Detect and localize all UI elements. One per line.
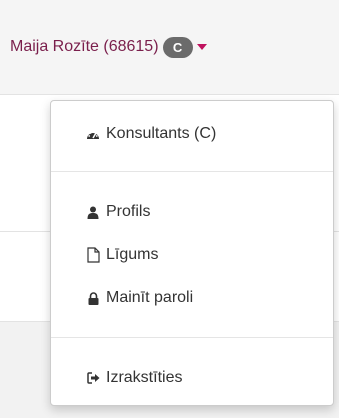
menu-item-label: Mainīt paroli [106, 289, 194, 306]
menu-item-sign-out[interactable]: Izrakstīties [51, 364, 333, 392]
lock-icon [86, 290, 100, 306]
menu-divider [51, 337, 333, 338]
menu-item-label: Līgums [106, 246, 159, 263]
caret-down-icon [196, 44, 207, 50]
user-name: Maija Rozīte (68615) [10, 38, 159, 55]
dashboard-icon [86, 126, 100, 142]
menu-item-label: Konsultants (C) [106, 125, 217, 142]
sign-out-icon [86, 370, 100, 386]
user-icon [86, 204, 100, 220]
menu-item-contract[interactable]: Līgums [51, 241, 333, 269]
menu-item-profile[interactable]: Profils [51, 198, 333, 226]
menu-item-consultant[interactable]: Konsultants (C) [51, 120, 333, 148]
user-menu-toggle[interactable]: Maija Rozīte (68615) C [10, 35, 207, 59]
menu-item-label: Izrakstīties [106, 369, 183, 386]
menu-item-label: Profils [106, 203, 151, 220]
user-dropdown-menu: Konsultants (C) Profils Līgums Mainīt pa… [50, 100, 334, 406]
menu-item-change-password[interactable]: Mainīt paroli [51, 284, 333, 312]
menu-divider [51, 171, 333, 172]
document-icon [86, 247, 100, 263]
role-badge: C [162, 36, 193, 58]
